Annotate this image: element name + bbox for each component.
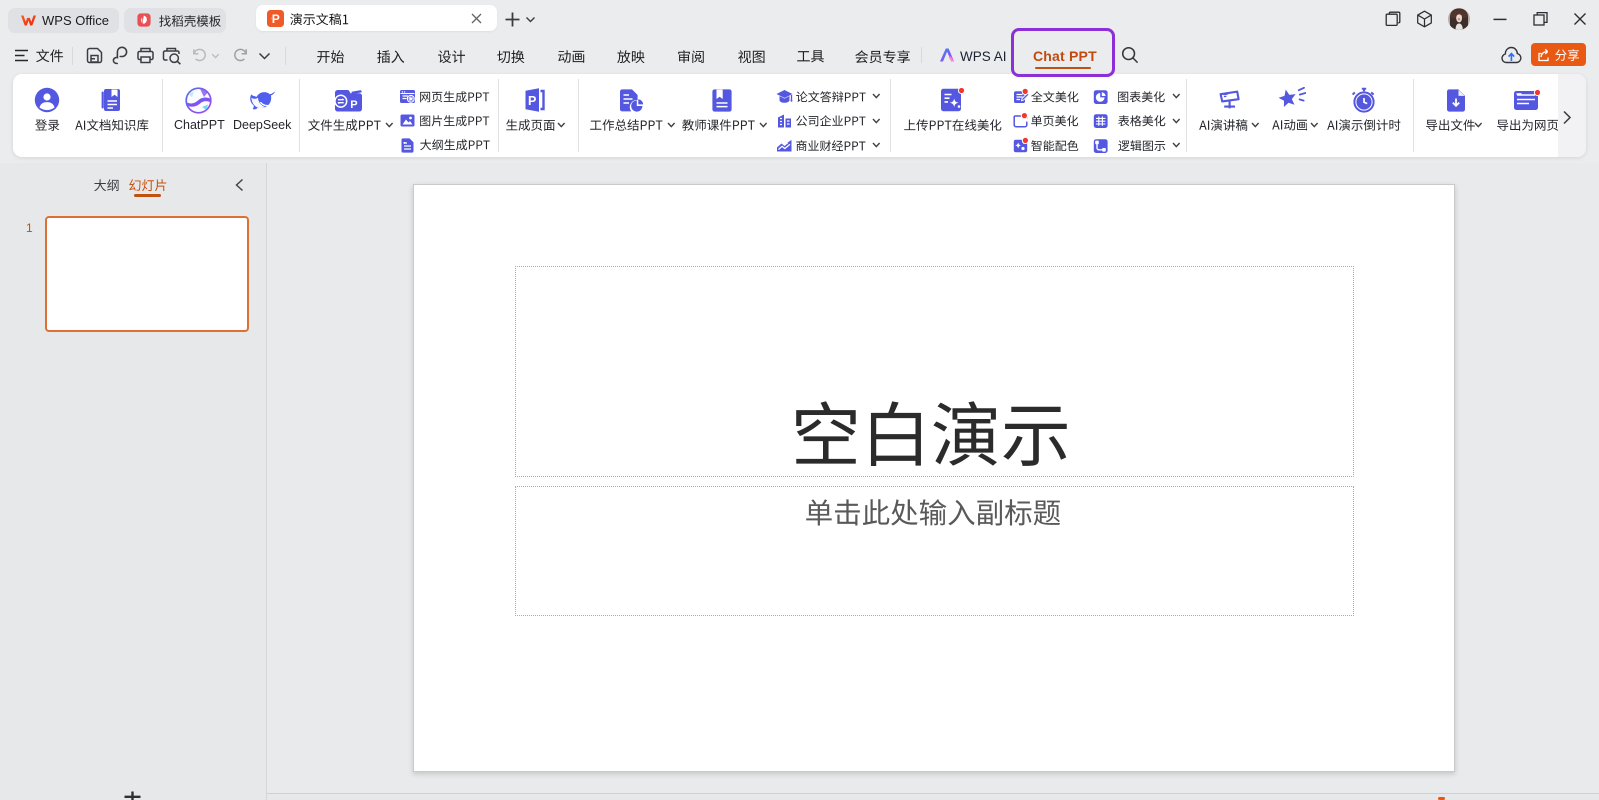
svg-text:P: P [528,94,536,108]
svg-text:P: P [272,12,280,26]
svg-text:P: P [350,99,357,111]
